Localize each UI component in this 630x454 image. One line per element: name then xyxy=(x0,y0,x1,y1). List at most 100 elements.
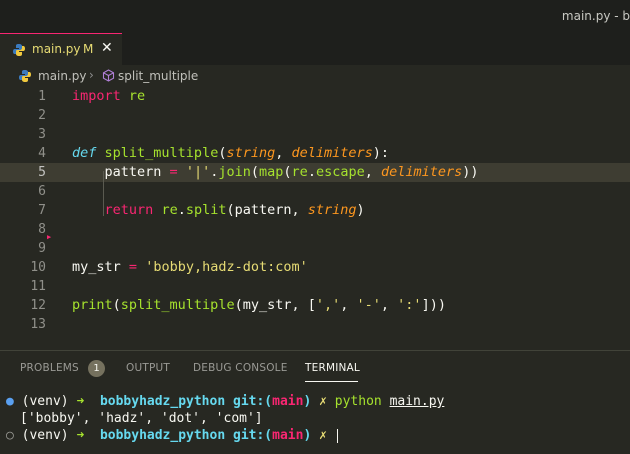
line-number: 8 xyxy=(38,222,46,237)
tab-main-py[interactable]: main.py M ✕ xyxy=(0,33,122,65)
window-title: main.py - b xyxy=(561,9,630,23)
code-token: ( xyxy=(112,297,121,313)
terminal-file-link[interactable]: main.py xyxy=(390,394,445,409)
code-line: 1 import re xyxy=(0,87,630,106)
code-token: ':' xyxy=(397,297,422,313)
prompt-branch: main xyxy=(272,394,304,409)
command-success-icon[interactable]: ● xyxy=(6,394,14,409)
prompt-git-close: ) xyxy=(303,428,312,443)
line-number: 12 xyxy=(30,298,46,313)
terminal-line: ● (venv) ➜ bobbyhadz_python git:(main) ✗… xyxy=(6,393,444,410)
tab-label: main.py xyxy=(32,42,81,56)
line-number: 6 xyxy=(38,184,46,199)
code-line: 9 xyxy=(0,239,630,258)
code-line: 13 xyxy=(0,315,630,334)
close-icon[interactable]: ✕ xyxy=(101,40,113,56)
code-token: map xyxy=(259,164,284,180)
code-text: print(split_multiple(my_str, [',', '-', … xyxy=(72,296,446,315)
tab-bar: main.py M ✕ xyxy=(0,33,630,65)
line-number: 5 xyxy=(38,165,46,180)
code-line-current: 5 pattern = '|'.join(map(re.escape, deli… xyxy=(0,163,630,182)
chevron-right-icon: › xyxy=(89,68,94,82)
terminal-line: ○ (venv) ➜ bobbyhadz_python git:(main) ✗ xyxy=(6,427,338,444)
tab-debug-console[interactable]: DEBUG CONSOLE xyxy=(193,362,288,374)
problems-count-badge: 1 xyxy=(88,360,105,377)
terminal-cursor[interactable] xyxy=(336,428,338,443)
code-editor[interactable]: 1 import re 2 3 4 def split_multiple(str… xyxy=(0,87,630,350)
modified-indicator: M xyxy=(83,42,94,56)
breadcrumb-file[interactable]: main.py xyxy=(38,69,87,83)
prompt-arrow-icon: ➜ xyxy=(76,394,85,409)
venv-label: (venv) xyxy=(21,394,69,409)
code-line: 12 print(split_multiple(my_str, [',', '-… xyxy=(0,296,630,315)
code-line: 11 xyxy=(0,277,630,296)
code-token: ) xyxy=(356,202,365,218)
code-token: ( xyxy=(283,164,292,180)
terminal-command: python xyxy=(334,394,382,409)
title-bar: main.py - b xyxy=(0,0,630,33)
tab-terminal[interactable]: TERMINAL xyxy=(305,362,360,374)
code-line: 2 xyxy=(0,106,630,125)
code-token: , xyxy=(380,297,398,313)
code-token: )) xyxy=(462,164,479,180)
prompt-git: git:( xyxy=(233,394,273,409)
line-number: 1 xyxy=(38,89,46,104)
code-token: split_multiple xyxy=(104,145,219,161)
code-token: delimiters xyxy=(381,164,463,180)
breakpoint-icon[interactable]: ▶ xyxy=(47,233,51,241)
breadcrumb: main.py › split_multiple xyxy=(0,65,630,87)
code-token: import xyxy=(72,88,121,104)
code-token: 'bobby,hadz-dot:com' xyxy=(145,259,308,275)
code-token: (my_str, [ xyxy=(234,297,316,313)
code-token: ',' xyxy=(315,297,341,313)
code-token: my_str xyxy=(72,259,129,275)
command-pending-icon: ○ xyxy=(6,428,14,443)
code-line: 7 return re.split(pattern, string) xyxy=(0,201,630,220)
code-text: def split_multiple(string, delimiters): xyxy=(72,144,389,163)
code-token: def xyxy=(72,145,97,161)
line-number: 11 xyxy=(30,279,46,294)
prompt-git-close: ) xyxy=(303,394,312,409)
code-token: join xyxy=(218,164,251,180)
dirty-icon: ✗ xyxy=(319,394,327,409)
code-token: . xyxy=(177,202,186,218)
code-token: '-' xyxy=(356,297,381,313)
code-token: , xyxy=(364,164,381,180)
code-token: = xyxy=(128,259,138,275)
terminal-output: ['bobby', 'hadz', 'dot', 'com'] xyxy=(20,411,263,426)
python-file-icon xyxy=(18,69,32,86)
line-number: 10 xyxy=(30,260,46,275)
code-token: . xyxy=(307,164,316,180)
code-text: pattern = '|'.join(map(re.escape, delimi… xyxy=(72,163,479,182)
code-token: re xyxy=(291,164,308,180)
breadcrumb-symbol[interactable]: split_multiple xyxy=(118,69,198,83)
line-number: 4 xyxy=(38,146,46,161)
code-token: ( xyxy=(250,164,260,180)
code-token: (pattern, xyxy=(226,202,308,218)
code-token: re xyxy=(161,202,178,218)
python-file-icon xyxy=(12,42,26,61)
method-symbol-icon xyxy=(102,69,115,85)
code-token: escape xyxy=(315,164,365,180)
prompt-dir: bobbyhadz_python xyxy=(99,394,226,409)
code-token: split_multiple xyxy=(120,297,235,313)
prompt-branch: main xyxy=(272,428,304,443)
code-token: , xyxy=(275,145,292,161)
bottom-panel: PROBLEMS 1 OUTPUT DEBUG CONSOLE TERMINAL… xyxy=(0,350,630,454)
tab-problems[interactable]: PROBLEMS xyxy=(20,362,79,374)
line-number: 9 xyxy=(38,241,46,256)
prompt-arrow-icon: ➜ xyxy=(76,428,85,443)
tab-output[interactable]: OUTPUT xyxy=(126,362,170,374)
code-token: string xyxy=(307,202,357,218)
line-number: 13 xyxy=(30,317,46,332)
code-line: 3 xyxy=(0,125,630,144)
code-token: pattern xyxy=(72,164,170,180)
code-token: ): xyxy=(372,145,390,161)
code-token: return xyxy=(104,202,154,218)
line-number: 7 xyxy=(38,203,46,218)
code-token: re xyxy=(128,88,146,104)
code-line: 10 my_str = 'bobby,hadz-dot:com' xyxy=(0,258,630,277)
